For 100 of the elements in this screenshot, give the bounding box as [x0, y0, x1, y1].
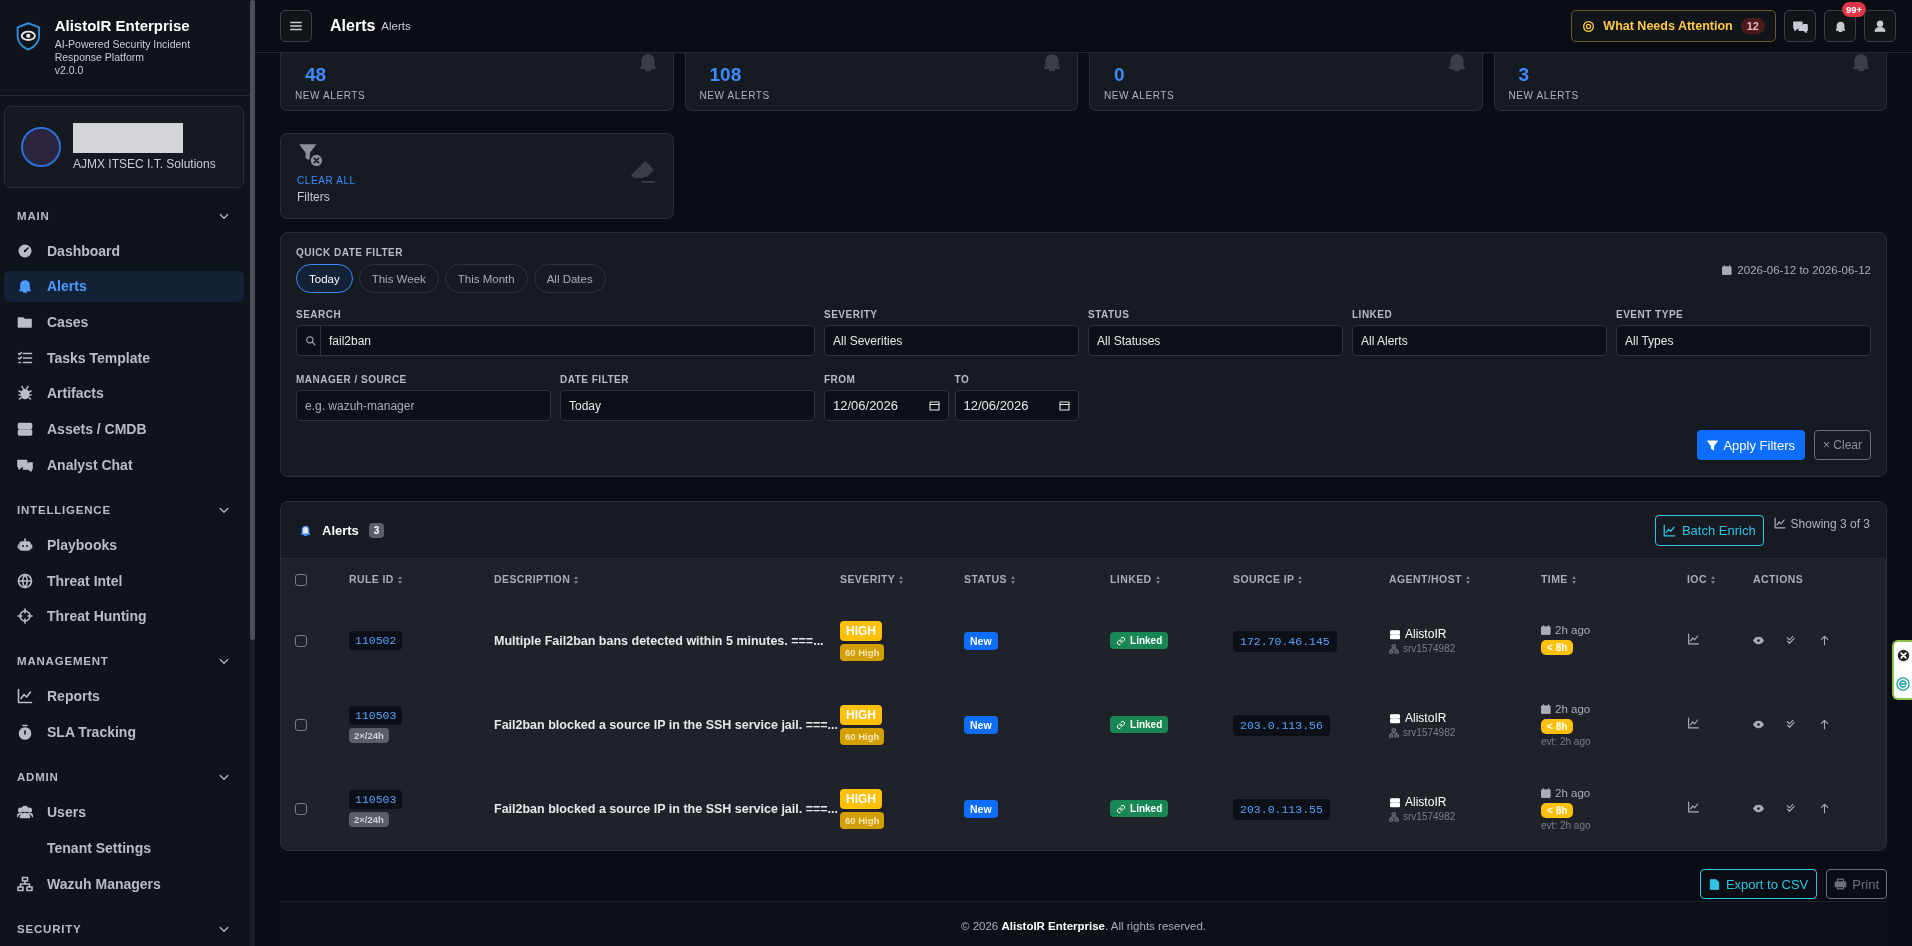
section-header[interactable]: INTELLIGENCE [0, 492, 250, 528]
sidebar-item[interactable]: Reports [4, 680, 244, 713]
export-csv-button[interactable]: Export to CSV [1699, 869, 1818, 899]
double-check-icon [1786, 635, 1798, 646]
line-chart-icon [1773, 517, 1786, 529]
sidebar-item[interactable]: Wazuh Managers [4, 867, 244, 900]
alert-description[interactable]: Fail2ban blocked a source IP in the SSH service jail. ===... [494, 717, 839, 732]
link-icon [1116, 719, 1127, 730]
section-header[interactable]: SECURITY [0, 911, 250, 946]
event-time: evt: 2h ago [1541, 819, 1591, 831]
select-field[interactable]: All Types [1616, 325, 1871, 356]
attention-button[interactable]: What Needs Attention 12 [1571, 10, 1776, 42]
network-tree-icon [1389, 811, 1400, 822]
row-checkbox[interactable] [295, 803, 307, 816]
sidebar-item[interactable]: Playbooks [4, 529, 244, 561]
date-range-label: 2026-06-12 to 2026-06-12 [1737, 264, 1871, 276]
sidebar-item[interactable]: Assets / CMDB [4, 413, 244, 445]
batch-enrich-button[interactable]: Batch Enrich [1654, 514, 1764, 546]
sidebar-item[interactable]: Dashboard [4, 234, 244, 267]
scrollbar-thumb[interactable] [250, 0, 255, 640]
section-header[interactable]: MANAGEMENT [0, 644, 250, 679]
ioc-button[interactable] [1687, 633, 1701, 645]
funnel-clear-icon [297, 142, 325, 168]
select-field[interactable]: All Severities [824, 325, 1079, 356]
extension-logo-icon [1896, 676, 1910, 691]
line-chart-icon [1662, 523, 1676, 537]
rule-id[interactable]: 110502 [349, 631, 403, 650]
stat-label: NEW ALERTS [1104, 90, 1176, 101]
age-badge: < 8h [1541, 640, 1574, 655]
server-icon [1389, 796, 1402, 808]
sort-icon [1709, 575, 1716, 586]
row-checkbox[interactable] [295, 719, 307, 732]
sidebar-item[interactable]: Cases [4, 306, 244, 338]
ioc-button[interactable] [1687, 717, 1701, 729]
sidebar-item[interactable]: Tenant Settings [4, 832, 244, 864]
date-filter-pill[interactable]: This Week [358, 264, 439, 293]
bug-icon [17, 385, 33, 402]
menu-button[interactable] [280, 10, 312, 42]
showing-count: Showing 3 of 3 [1790, 517, 1870, 531]
date-filter-pill[interactable]: Today [296, 264, 353, 293]
rule-id[interactable]: 110503 [349, 706, 403, 725]
date-filter-pill[interactable]: All Dates [533, 264, 606, 293]
folder-icon [17, 314, 33, 331]
age-badge: < 8h [1541, 718, 1574, 734]
time-ago: 2h ago [1555, 786, 1591, 799]
row-checkbox[interactable] [295, 635, 307, 648]
sidebar-item[interactable]: Threat Intel [4, 564, 244, 597]
section-header[interactable]: ADMIN [0, 759, 250, 795]
clear-button[interactable]: × Clear [1813, 430, 1871, 460]
user-card[interactable]: AJMX ITSEC I.T. Solutions [4, 106, 244, 189]
sidebar-item[interactable]: Users [4, 796, 244, 829]
apply-filters-button[interactable]: Apply Filters [1697, 430, 1805, 460]
notification-badge: 99+ [1841, 2, 1866, 17]
arrow-up-icon [1819, 719, 1831, 730]
search-field[interactable]: fail2ban [296, 325, 815, 356]
clear-all-link[interactable]: CLEAR ALL [297, 175, 356, 186]
agent-name: AlistoIR [1405, 711, 1447, 725]
field-label: SEVERITY [824, 309, 879, 320]
user-menu-button[interactable] [1864, 10, 1896, 42]
agent-name: AlistoIR [1405, 795, 1447, 809]
calendar-icon [1541, 703, 1552, 714]
score-badge: 60 High [840, 811, 885, 829]
input-field[interactable]: e.g. wazuh-manager [296, 390, 551, 421]
alert-description[interactable]: Fail2ban blocked a source IP in the SSH service jail. ===... [494, 801, 839, 816]
date-field[interactable]: 12/06/2026 [954, 390, 1079, 421]
select-field[interactable]: Today [560, 390, 815, 421]
date-field[interactable]: 12/06/2026 [824, 390, 949, 421]
server-icon [1389, 628, 1402, 640]
print-button[interactable]: Print [1826, 869, 1887, 899]
alert-description[interactable]: Multiple Fail2ban bans detected within 5 minutes. ===... [494, 633, 824, 648]
users-icon [17, 804, 33, 821]
breadcrumb-link[interactable]: Alerts [381, 20, 411, 32]
funnel-icon [1707, 439, 1719, 451]
server-icon [1389, 712, 1402, 724]
chat-button[interactable] [1784, 10, 1816, 42]
section-header[interactable]: MAIN [0, 198, 250, 233]
select-field[interactable]: All Statuses [1088, 325, 1343, 356]
sidebar-item[interactable]: SLA Tracking [4, 716, 244, 748]
select-field[interactable]: All Alerts [1352, 325, 1607, 356]
sort-icon [1297, 575, 1304, 586]
sidebar-item[interactable]: Artifacts [4, 377, 244, 410]
date-filter-pill[interactable]: This Month [444, 264, 528, 293]
sidebar-item[interactable]: Tasks Template [4, 341, 244, 374]
sidebar-item[interactable]: Threat Hunting [4, 600, 244, 633]
sort-icon [898, 575, 905, 586]
brand-name: AlistoIR Enterprise [54, 17, 191, 34]
extension-widget[interactable] [1892, 640, 1912, 700]
sidebar-item[interactable]: Analyst Chat [4, 448, 244, 481]
network-tree-icon [17, 875, 33, 892]
ioc-button[interactable] [1687, 801, 1701, 813]
rule-id[interactable]: 110503 [349, 790, 403, 809]
status-badge: New [964, 631, 998, 650]
avatar-circle [21, 127, 61, 168]
menu-icon [289, 19, 303, 33]
severity-badge: HIGH [840, 704, 883, 725]
select-all-checkbox[interactable] [295, 573, 307, 586]
eraser-icon [628, 160, 657, 184]
sidebar-item[interactable]: Alerts [4, 270, 244, 303]
time-ago: 2h ago [1555, 702, 1591, 715]
calendar-icon [928, 400, 940, 411]
